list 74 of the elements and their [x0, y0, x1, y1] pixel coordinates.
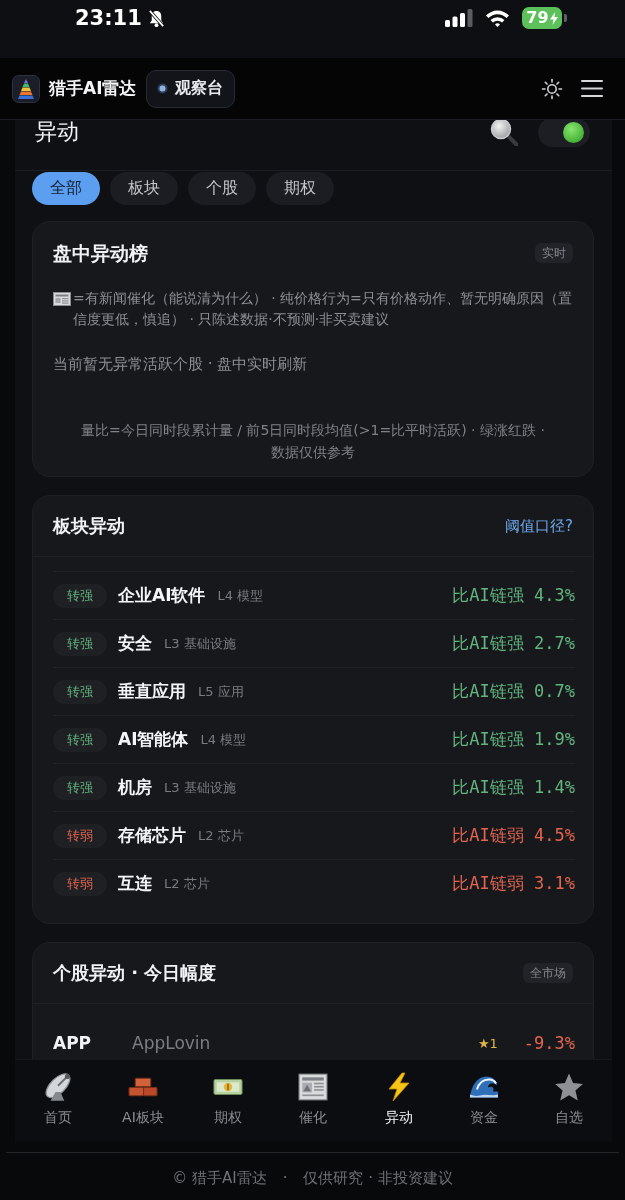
layer-label: L4 模型	[200, 730, 247, 749]
trend-tag: 转强	[53, 583, 107, 608]
filter-chip[interactable]: 全部	[32, 172, 100, 205]
sector-name: 企业AI软件	[118, 584, 206, 607]
layer-label: L2 芯片	[164, 874, 210, 893]
sector-name: 安全	[118, 632, 152, 655]
nav-tab[interactable]: 催化	[270, 1060, 357, 1142]
satellite-dish-icon	[42, 1072, 73, 1102]
charging-bolt-icon	[549, 11, 558, 25]
relative-strength-value: 比AI链强 1.4%	[452, 776, 575, 799]
relative-strength-value: 比AI链弱 4.5%	[452, 824, 575, 847]
relative-strength-value: 比AI链强 1.9%	[452, 728, 575, 751]
filter-chip[interactable]: 期权	[266, 172, 334, 205]
battery-percent: 79	[526, 7, 549, 29]
card-title: 个股异动 · 今日幅度	[53, 961, 217, 985]
clock-time: 23:11	[75, 6, 142, 30]
trend-tag: 转强	[53, 631, 107, 656]
wifi-icon	[485, 9, 510, 27]
footnote-text: 量比=今日同时段累计量 / 前5日同时段均值(>1=比平时活跃) · 绿涨红跌 · 数据仅供参考	[80, 421, 546, 462]
trend-tag: 转弱	[53, 823, 107, 848]
relative-strength-value: 比AI链强 2.7%	[452, 632, 575, 655]
menu-icon[interactable]	[581, 79, 603, 98]
app-title: 猎手AI雷达	[49, 77, 137, 100]
layer-label: L2 芯片	[198, 826, 244, 845]
trend-tag: 转强	[53, 727, 107, 752]
layer-label: L4 模型	[217, 586, 264, 605]
mode-button[interactable]: 观察台	[146, 69, 236, 108]
sector-name: AI智能体	[118, 728, 189, 751]
trend-tag: 转强	[53, 775, 107, 800]
filter-chip[interactable]: 个股	[188, 172, 256, 205]
card-title: 板块异动	[53, 514, 125, 538]
nav-tab[interactable]: 异动	[356, 1060, 442, 1142]
filter-chip[interactable]: 板块	[110, 172, 178, 205]
sector-name: 互连	[118, 872, 152, 895]
copyright-text: © 猎手AI雷达	[172, 1168, 267, 1188]
company-name: AppLovin	[132, 1033, 211, 1053]
live-toggle[interactable]	[538, 120, 590, 147]
card-tag: 全市场	[523, 963, 573, 983]
sun-icon[interactable]	[541, 77, 563, 100]
card-tag: 实时	[535, 243, 573, 263]
bell-slash-icon	[146, 9, 166, 28]
trend-tag: 转强	[53, 679, 107, 704]
search-icon[interactable]	[490, 120, 518, 146]
empty-state-message: 当前暂无异常活跃个股 · 盘中实时刷新	[53, 354, 309, 374]
nav-tab[interactable]: 首页	[15, 1060, 101, 1142]
star-score: ★1	[477, 1035, 498, 1051]
newspaper-icon	[53, 292, 71, 306]
nav-tab[interactable]: 自选	[526, 1060, 612, 1142]
relative-strength-value: 比AI链强 4.3%	[452, 584, 575, 607]
star-icon	[554, 1072, 585, 1102]
trend-tag: 转弱	[53, 871, 107, 896]
sector-name: 垂直应用	[118, 680, 186, 703]
layer-label: L5 应用	[198, 682, 244, 701]
separator-dot: ·	[282, 1168, 288, 1188]
layer-label: L3 基础设施	[164, 778, 236, 797]
page-title: 异动	[35, 120, 79, 146]
layer-label: L3 基础设施	[164, 634, 236, 653]
nav-tab[interactable]: 期权	[185, 1060, 271, 1142]
sector-name: 存储芯片	[118, 824, 186, 847]
sector-name: 机房	[118, 776, 152, 799]
card-title: 盘中异动榜	[53, 241, 148, 266]
relative-strength-value: 比AI链强 0.7%	[452, 680, 575, 703]
relative-strength-value: 比AI链弱 3.1%	[452, 872, 575, 895]
dot-icon	[157, 83, 169, 94]
disclaimer-text: 仅供研究 · 非投资建议	[303, 1168, 453, 1188]
stock-ticker: APP	[53, 1033, 93, 1053]
pyramid-logo-icon	[12, 74, 40, 103]
nav-tab[interactable]: AI板块	[100, 1060, 186, 1142]
price-change: -9.3%	[523, 1033, 575, 1053]
newspaper-icon	[298, 1072, 329, 1102]
threshold-link[interactable]: 阈值口径?	[505, 516, 573, 536]
legend-text: =有新闻催化（能说清为什么） · 纯价格行为=只有价格动作、暂无明确原因（置信度更低，慎追） · 只陈述数据·不预测·非买卖建议	[73, 289, 573, 329]
nav-tab[interactable]: 资金	[441, 1060, 527, 1142]
signal-icon	[445, 9, 473, 27]
